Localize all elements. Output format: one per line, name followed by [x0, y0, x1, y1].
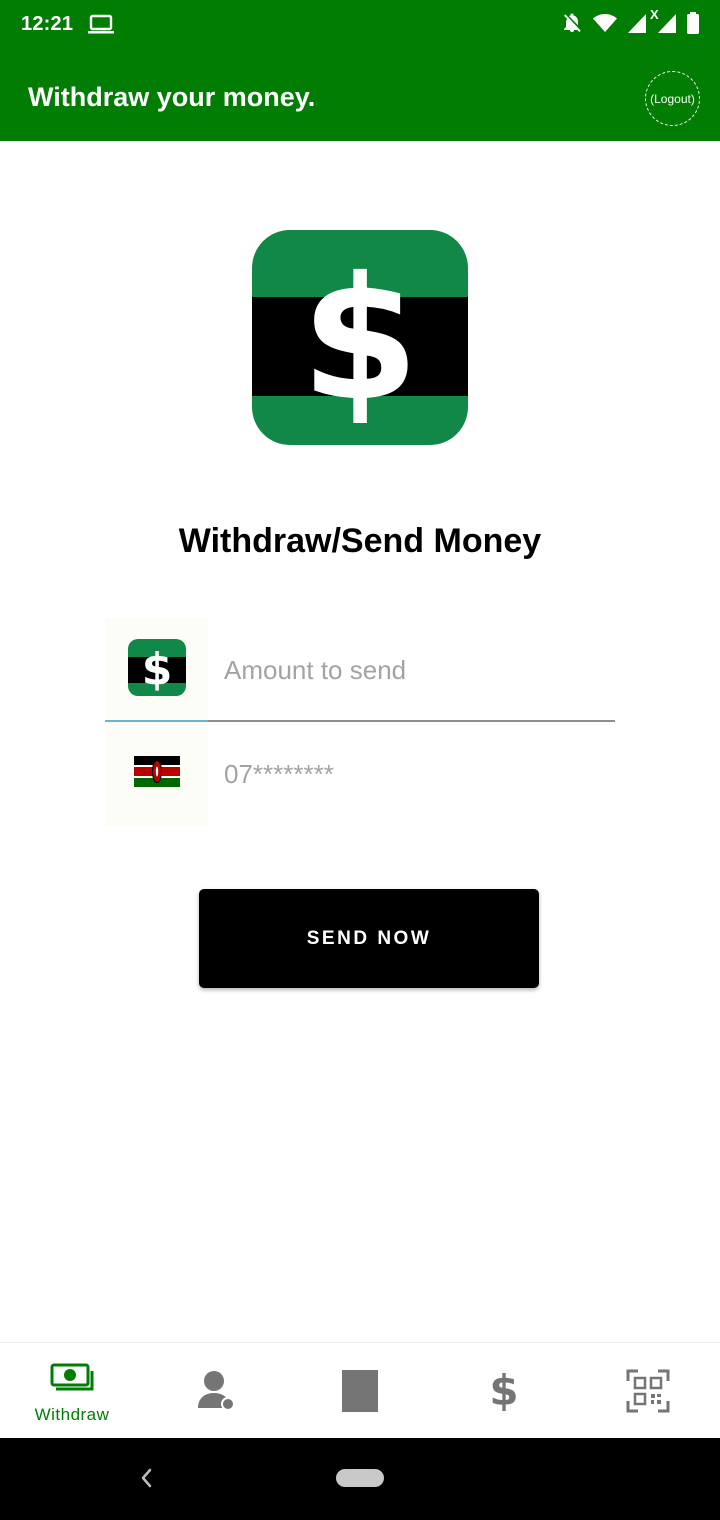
status-bar: 12:21 X: [0, 0, 720, 50]
nav-item-support[interactable]: [144, 1343, 288, 1439]
nav-item-withdraw[interactable]: Withdraw: [0, 1343, 144, 1439]
laptop-icon: [88, 14, 114, 41]
kenya-flag-icon: [133, 756, 180, 792]
status-icons: X: [560, 7, 700, 40]
status-time: 12:21: [21, 13, 74, 35]
dollar-logo-icon: $: [127, 639, 186, 701]
phone-field-row: [105, 722, 615, 826]
support-agent-icon: [196, 1368, 236, 1417]
signal-badge: X: [650, 6, 659, 22]
home-pill-icon[interactable]: [336, 1469, 384, 1487]
cell-signal-icon: [626, 11, 648, 40]
nav-item-dollar[interactable]: $: [432, 1343, 576, 1439]
nav-label-withdraw: Withdraw: [34, 1405, 110, 1424]
section-heading: Withdraw/Send Money: [178, 522, 542, 560]
nav-item-square[interactable]: [288, 1343, 432, 1439]
cell-signal-no-data-icon: X: [650, 7, 678, 40]
dollar-icon: $: [489, 1366, 519, 1418]
amount-icon-box: $: [105, 618, 208, 722]
amount-input[interactable]: [224, 648, 604, 692]
back-icon[interactable]: [136, 1464, 156, 1497]
app-bar: Withdraw your money. (Logout): [0, 50, 720, 141]
phone-icon-box: [105, 722, 208, 826]
phone-input[interactable]: [224, 752, 604, 796]
square-icon: [342, 1370, 378, 1417]
logout-button[interactable]: (Logout): [645, 71, 700, 126]
send-now-button[interactable]: SEND NOW: [199, 889, 539, 988]
banknote-icon: [50, 1363, 94, 1398]
svg-text:$: $: [141, 644, 172, 695]
bottom-navigation: Withdraw $: [0, 1342, 720, 1438]
svg-text:$: $: [301, 241, 419, 439]
nav-item-qr[interactable]: [576, 1343, 720, 1439]
wifi-icon: [592, 11, 618, 40]
svg-text:$: $: [489, 1367, 518, 1413]
system-navigation-bar: [0, 1438, 720, 1520]
amount-field-row: $: [105, 618, 615, 722]
qr-scan-icon: [626, 1369, 670, 1418]
notifications-off-icon: [560, 11, 584, 40]
page-title: Withdraw your money.: [28, 82, 316, 112]
dollar-logo-icon: $: [252, 230, 468, 445]
battery-icon: [686, 11, 700, 40]
